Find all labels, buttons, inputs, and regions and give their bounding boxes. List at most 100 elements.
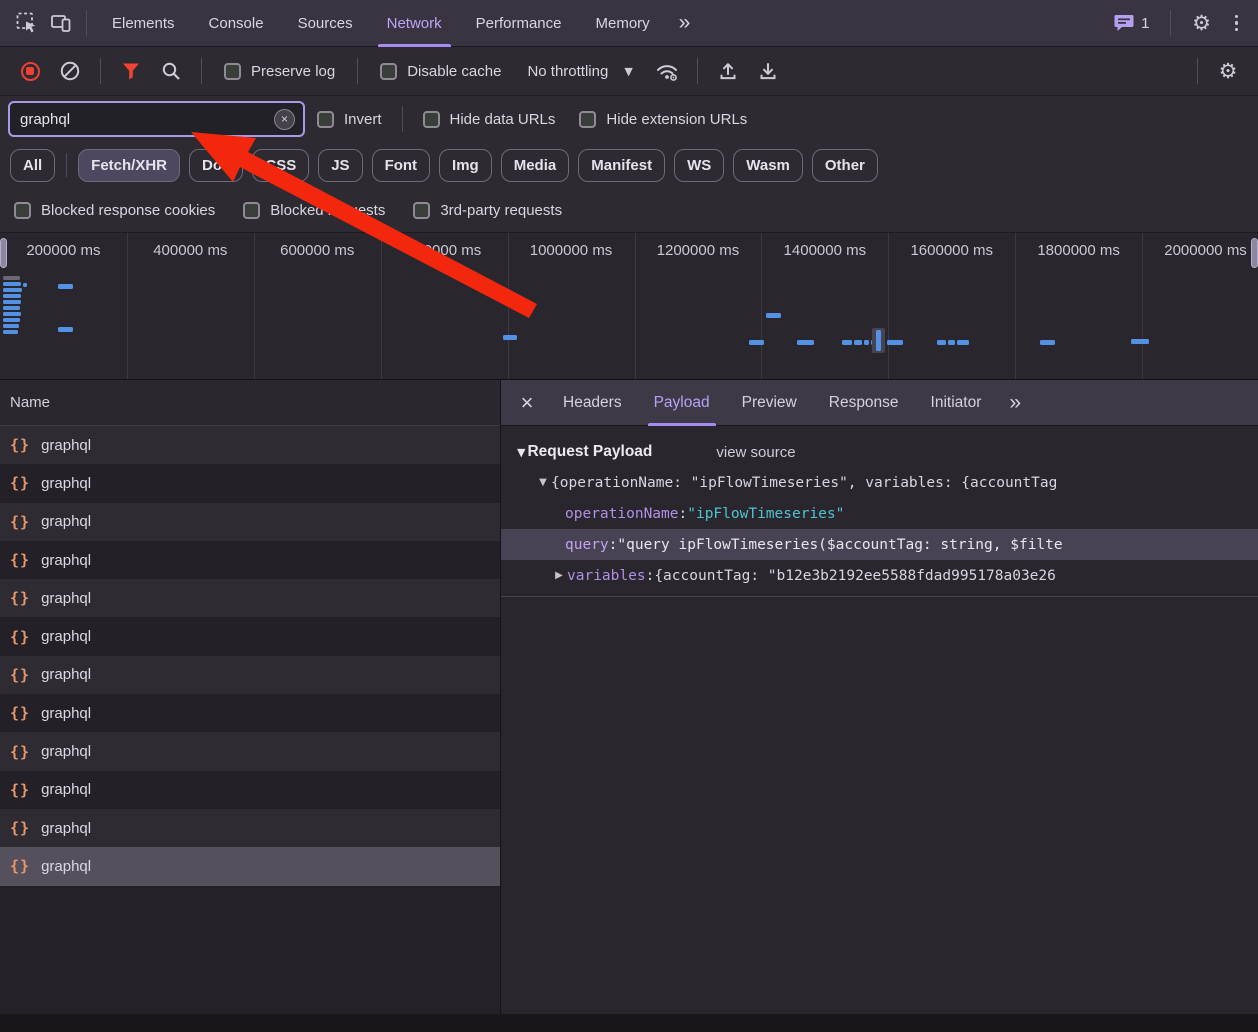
type-chip-media[interactable]: Media — [501, 149, 570, 182]
request-row[interactable]: {}graphql — [0, 771, 500, 809]
type-chip-wasm[interactable]: Wasm — [733, 149, 803, 182]
clear-network-log-icon[interactable] — [52, 54, 88, 88]
waterfall-request-bar — [957, 340, 969, 345]
blocked-response-cookies-checkbox[interactable]: Blocked response cookies — [4, 202, 225, 219]
type-chip-ws[interactable]: WS — [674, 149, 724, 182]
more-tabs-icon[interactable]: » — [667, 11, 701, 35]
checkbox — [579, 111, 596, 128]
section-collapse-icon[interactable]: ▼ — [517, 446, 525, 459]
payload-summary-text: {operationName: "ipFlowTimeseries", vari… — [551, 475, 1057, 491]
tab-console[interactable]: Console — [192, 0, 281, 47]
record-button[interactable] — [12, 54, 48, 88]
preserve-log-label: Preserve log — [251, 63, 335, 80]
request-row[interactable]: {}graphql — [0, 503, 500, 541]
detail-tab-initiator[interactable]: Initiator — [915, 380, 998, 426]
request-row[interactable]: {}graphql — [0, 656, 500, 694]
type-chip-font[interactable]: Font — [372, 149, 430, 182]
chevron-down-icon: ▼ — [624, 65, 632, 78]
request-row[interactable]: {}graphql — [0, 541, 500, 579]
fetch-xhr-icon: {} — [10, 436, 30, 454]
request-row[interactable]: {}graphql — [0, 809, 500, 847]
payload-summary-row[interactable]: ▼ {operationName: "ipFlowTimeseries", va… — [501, 467, 1258, 498]
timeline-tick-label: 1400000 ms — [761, 241, 888, 261]
timeline-tick-label: 2000000 ms — [1142, 241, 1258, 261]
query-row-selected[interactable]: query: "query ipFlowTimeseries($accountT… — [501, 529, 1258, 560]
view-source-link[interactable]: view source — [716, 444, 795, 461]
network-settings-gear-icon[interactable]: ⚙ — [1210, 54, 1246, 88]
type-chip-doc[interactable]: Doc — [189, 149, 243, 182]
blocked-requests-checkbox[interactable]: Blocked requests — [233, 202, 395, 219]
tab-performance[interactable]: Performance — [459, 0, 579, 47]
issues-button[interactable]: 1 — [1108, 14, 1155, 32]
waterfall-request-bar — [3, 330, 18, 334]
tab-sources[interactable]: Sources — [281, 0, 370, 47]
network-conditions-icon[interactable] — [649, 54, 685, 88]
import-har-icon[interactable] — [710, 54, 746, 88]
disable-cache-checkbox[interactable]: Disable cache — [370, 63, 511, 80]
filter-input[interactable] — [20, 111, 274, 128]
hide-data-urls-checkbox[interactable]: Hide data URLs — [411, 111, 568, 128]
type-chip-other[interactable]: Other — [812, 149, 878, 182]
request-row[interactable]: {}graphql — [0, 464, 500, 502]
search-icon[interactable] — [153, 54, 189, 88]
filter-funnel-icon[interactable] — [113, 54, 149, 88]
operation-name-row[interactable]: operationName: "ipFlowTimeseries" — [501, 498, 1258, 529]
type-chip-css[interactable]: CSS — [252, 149, 309, 182]
invert-checkbox[interactable]: Invert — [305, 111, 394, 128]
name-column-header[interactable]: Name — [0, 380, 500, 426]
waterfall-request-bar — [3, 282, 21, 286]
timeline-gridline — [761, 233, 762, 379]
checkbox — [243, 202, 260, 219]
timeline-tick-label: 1000000 ms — [508, 241, 635, 261]
request-row[interactable]: {}graphql — [0, 579, 500, 617]
disclosure-open-icon[interactable]: ▼ — [535, 477, 551, 488]
request-name: graphql — [41, 628, 91, 645]
detail-tab-payload[interactable]: Payload — [638, 380, 726, 426]
detail-tab-preview[interactable]: Preview — [726, 380, 813, 426]
throttling-dropdown[interactable]: No throttling ▼ — [515, 63, 644, 80]
divider — [86, 10, 87, 36]
settings-gear-icon[interactable]: ⚙ — [1185, 6, 1219, 40]
payload-key: variables — [567, 568, 646, 584]
filter-input-box[interactable]: × — [8, 101, 305, 137]
type-chip-js[interactable]: JS — [318, 149, 362, 182]
clear-filter-icon[interactable]: × — [274, 109, 295, 130]
request-row[interactable]: {}graphql — [0, 426, 500, 464]
device-toolbar-icon[interactable] — [44, 6, 78, 40]
timeline-gridline — [508, 233, 509, 379]
blocked-filters-row: Blocked response cookies Blocked request… — [0, 188, 1258, 232]
request-row[interactable]: {}graphql — [0, 732, 500, 770]
type-chip-all[interactable]: All — [10, 149, 55, 182]
fetch-xhr-icon: {} — [10, 743, 30, 761]
request-payload-title: Request Payload — [527, 443, 652, 461]
timeline-tick-label: 1800000 ms — [1015, 241, 1142, 261]
fetch-xhr-icon: {} — [10, 474, 30, 492]
export-har-icon[interactable] — [750, 54, 786, 88]
request-row[interactable]: {}graphql — [0, 694, 500, 732]
request-row[interactable]: {}graphql — [0, 847, 500, 885]
request-details-panel: × HeadersPayloadPreviewResponseInitiator… — [501, 380, 1258, 1032]
type-chip-fetch-xhr[interactable]: Fetch/XHR — [78, 149, 180, 182]
request-row[interactable]: {}graphql — [0, 617, 500, 655]
waterfall-request-bar — [3, 324, 19, 328]
tab-elements[interactable]: Elements — [95, 0, 192, 47]
third-party-requests-checkbox[interactable]: 3rd-party requests — [403, 202, 572, 219]
inspect-element-icon[interactable] — [10, 6, 44, 40]
kebab-menu-icon[interactable] — [1225, 15, 1249, 32]
tab-memory[interactable]: Memory — [579, 0, 667, 47]
waterfall-request-bar — [3, 294, 21, 298]
type-chip-img[interactable]: Img — [439, 149, 492, 182]
disclosure-closed-icon[interactable]: ▶ — [551, 570, 567, 581]
more-detail-tabs-icon[interactable]: » — [997, 391, 1031, 415]
close-details-icon[interactable]: × — [507, 380, 547, 426]
detail-tab-response[interactable]: Response — [813, 380, 915, 426]
hide-extension-urls-checkbox[interactable]: Hide extension URLs — [567, 111, 759, 128]
network-overview-timeline[interactable]: 200000 ms400000 ms600000 ms800000 ms1000… — [0, 232, 1258, 380]
preserve-log-checkbox[interactable]: Preserve log — [214, 63, 345, 80]
variables-row[interactable]: ▶ variables: {accountTag: "b12e3b2192ee5… — [501, 560, 1258, 591]
waterfall-request-bar — [1040, 340, 1055, 345]
detail-tab-headers[interactable]: Headers — [547, 380, 638, 426]
type-chip-manifest[interactable]: Manifest — [578, 149, 665, 182]
checkbox — [423, 111, 440, 128]
tab-network[interactable]: Network — [370, 0, 459, 47]
